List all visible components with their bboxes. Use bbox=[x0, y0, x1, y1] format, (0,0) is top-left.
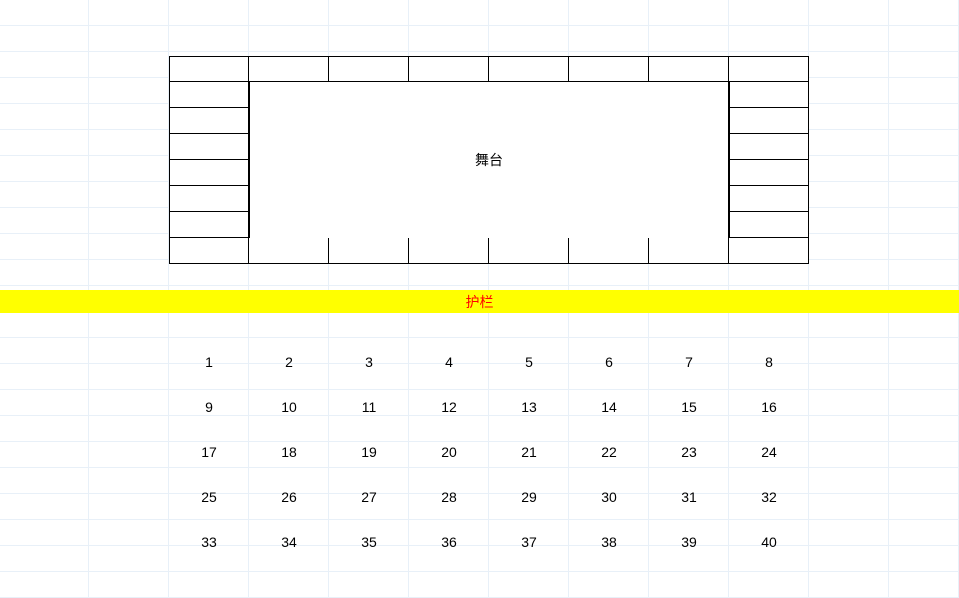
seat-cell: 4 bbox=[409, 339, 489, 384]
seat-cell: 32 bbox=[729, 474, 809, 519]
seat-cell: 40 bbox=[729, 519, 809, 564]
seat-cell: 30 bbox=[569, 474, 649, 519]
seat-cell: 21 bbox=[489, 429, 569, 474]
seat-cell: 39 bbox=[649, 519, 729, 564]
stage-border-cell bbox=[169, 186, 249, 212]
seat-cell: 14 bbox=[569, 384, 649, 429]
seat-cell: 8 bbox=[729, 339, 809, 384]
stage-border-cell bbox=[169, 134, 249, 160]
stage-border-cell bbox=[729, 134, 809, 160]
seat-cell: 31 bbox=[649, 474, 729, 519]
seat-cell: 13 bbox=[489, 384, 569, 429]
stage-border-cell bbox=[729, 82, 809, 108]
seat-cell: 3 bbox=[329, 339, 409, 384]
stage-border-cell bbox=[329, 238, 409, 264]
seat-cell: 16 bbox=[729, 384, 809, 429]
stage-border-cell bbox=[169, 238, 249, 264]
seat-cell: 20 bbox=[409, 429, 489, 474]
seat-cell: 9 bbox=[169, 384, 249, 429]
stage-border-cell bbox=[409, 56, 489, 82]
stage-bottom-row bbox=[169, 238, 809, 264]
stage-border-cell bbox=[409, 238, 489, 264]
seat-cell: 10 bbox=[249, 384, 329, 429]
seat-cell: 18 bbox=[249, 429, 329, 474]
seat-cell: 29 bbox=[489, 474, 569, 519]
stage-border-cell bbox=[249, 56, 329, 82]
seat-cell: 36 bbox=[409, 519, 489, 564]
seat-cell: 5 bbox=[489, 339, 569, 384]
seat-cell: 1 bbox=[169, 339, 249, 384]
stage-border-cell bbox=[169, 160, 249, 186]
stage-border-cell bbox=[569, 238, 649, 264]
seat-cell: 12 bbox=[409, 384, 489, 429]
stage-border-cell bbox=[489, 238, 569, 264]
stage-top-row bbox=[169, 56, 809, 82]
stage-border-cell bbox=[729, 212, 809, 238]
stage-border-cell bbox=[729, 186, 809, 212]
stage-border-cell bbox=[169, 56, 249, 82]
seat-cell: 7 bbox=[649, 339, 729, 384]
stage-border-cell bbox=[729, 160, 809, 186]
seat-cell: 28 bbox=[409, 474, 489, 519]
stage-border-cell bbox=[329, 56, 409, 82]
stage-border-cell bbox=[649, 56, 729, 82]
stage-border-cell bbox=[169, 212, 249, 238]
stage-border-cell bbox=[249, 238, 329, 264]
seat-cell: 38 bbox=[569, 519, 649, 564]
seat-cell: 22 bbox=[569, 429, 649, 474]
stage-border-cell bbox=[729, 108, 809, 134]
stage-center-label: 舞台 bbox=[249, 82, 729, 238]
stage-border-cell bbox=[169, 82, 249, 108]
seat-cell: 19 bbox=[329, 429, 409, 474]
seat-cell: 25 bbox=[169, 474, 249, 519]
seat-cell: 33 bbox=[169, 519, 249, 564]
barrier-bar: 护栏 bbox=[0, 290, 959, 313]
seat-cell: 34 bbox=[249, 519, 329, 564]
seat-cell: 17 bbox=[169, 429, 249, 474]
seat-grid: 1234567891011121314151617181920212223242… bbox=[169, 339, 809, 564]
stage-border-cell bbox=[729, 56, 809, 82]
stage-border-cell bbox=[169, 108, 249, 134]
seat-cell: 27 bbox=[329, 474, 409, 519]
seat-cell: 11 bbox=[329, 384, 409, 429]
stage-right-col bbox=[729, 82, 809, 238]
stage-border-cell bbox=[489, 56, 569, 82]
seat-cell: 24 bbox=[729, 429, 809, 474]
seat-cell: 23 bbox=[649, 429, 729, 474]
seat-cell: 26 bbox=[249, 474, 329, 519]
stage-left-col bbox=[169, 82, 249, 238]
seat-cell: 35 bbox=[329, 519, 409, 564]
seat-cell: 2 bbox=[249, 339, 329, 384]
seat-cell: 15 bbox=[649, 384, 729, 429]
seat-cell: 37 bbox=[489, 519, 569, 564]
seat-cell: 6 bbox=[569, 339, 649, 384]
stage-outline: 舞台 bbox=[169, 56, 809, 264]
stage-border-cell bbox=[649, 238, 729, 264]
stage-border-cell bbox=[569, 56, 649, 82]
stage-border-cell bbox=[729, 238, 809, 264]
